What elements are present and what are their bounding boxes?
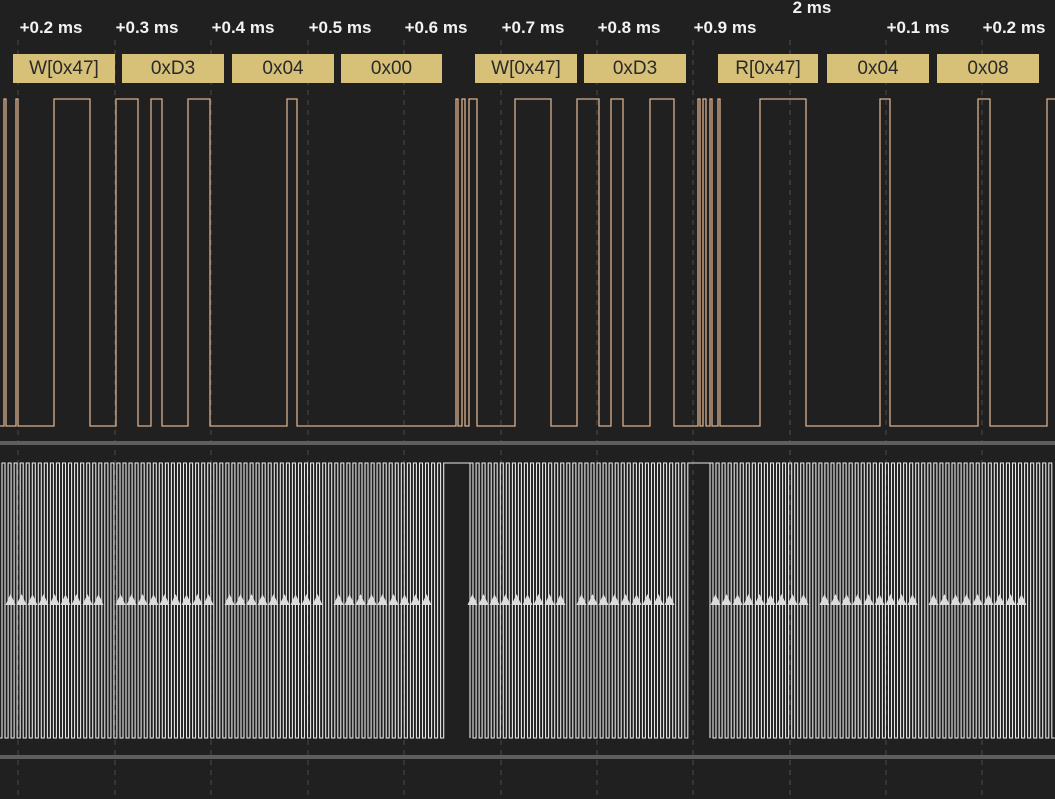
sample-marker-icon bbox=[388, 594, 399, 605]
decoded-address-write[interactable]: W[0x47] bbox=[475, 54, 577, 83]
waveform-canvas[interactable] bbox=[0, 0, 1055, 799]
sample-marker-icon bbox=[1005, 594, 1016, 605]
sda-waveform bbox=[0, 98, 1055, 427]
decoded-data-byte[interactable]: 0x00 bbox=[341, 54, 442, 83]
sample-marker-icon bbox=[754, 594, 765, 605]
sample-marker-icon bbox=[279, 594, 290, 605]
sample-marker-icon bbox=[587, 594, 598, 605]
major-time-label: 2 ms bbox=[792, 0, 832, 17]
time-tick-label: +0.4 ms bbox=[211, 18, 275, 37]
time-tick-label: +0.7 ms bbox=[501, 18, 565, 37]
sample-marker-icon bbox=[246, 594, 257, 605]
sample-marker-icon bbox=[71, 594, 82, 605]
sample-marker-icon bbox=[721, 594, 732, 605]
sample-marker-icon bbox=[511, 594, 522, 605]
time-tick-label: +0.1 ms bbox=[886, 18, 950, 37]
sample-marker-icon bbox=[830, 594, 841, 605]
sample-marker-icon bbox=[170, 594, 181, 605]
sample-marker-icon bbox=[620, 594, 631, 605]
sample-marker-icon bbox=[137, 594, 148, 605]
sample-marker-icon bbox=[972, 594, 983, 605]
decoded-data-byte[interactable]: 0x08 bbox=[937, 54, 1039, 83]
time-tick-label: +0.5 ms bbox=[308, 18, 372, 37]
sample-marker-icon bbox=[478, 594, 489, 605]
time-tick-label: +0.9 ms bbox=[693, 18, 757, 37]
channel-separator bbox=[0, 441, 1055, 445]
decoded-data-byte[interactable]: 0xD3 bbox=[122, 54, 224, 83]
time-tick-label: +0.2 ms bbox=[19, 18, 83, 37]
sample-marker-icon bbox=[16, 594, 27, 605]
sample-marker-icon bbox=[863, 594, 874, 605]
decoded-data-byte[interactable]: 0x04 bbox=[232, 54, 334, 83]
channel-separator bbox=[0, 755, 1055, 759]
time-tick-label: +0.8 ms bbox=[597, 18, 661, 37]
sample-marker-icon bbox=[355, 594, 366, 605]
time-tick-label: +0.6 ms bbox=[404, 18, 468, 37]
decoded-address-read[interactable]: R[0x47] bbox=[718, 54, 818, 83]
sample-marker-icon bbox=[776, 594, 787, 605]
decoded-data-byte[interactable]: 0x04 bbox=[827, 54, 929, 83]
sample-marker-icon bbox=[301, 594, 312, 605]
sample-marker-icon bbox=[939, 594, 950, 605]
time-tick-label: +0.3 ms bbox=[115, 18, 179, 37]
decoded-address-write[interactable]: W[0x47] bbox=[13, 54, 115, 83]
sample-marker-icon bbox=[533, 594, 544, 605]
sample-marker-icon bbox=[49, 594, 60, 605]
time-tick-label: +0.2 ms bbox=[982, 18, 1046, 37]
sample-marker-icon bbox=[192, 594, 203, 605]
logic-analyzer-view[interactable]: +0.2 ms +0.3 ms +0.4 ms +0.5 ms +0.6 ms … bbox=[0, 0, 1055, 799]
decoded-data-byte[interactable]: 0xD3 bbox=[584, 54, 686, 83]
